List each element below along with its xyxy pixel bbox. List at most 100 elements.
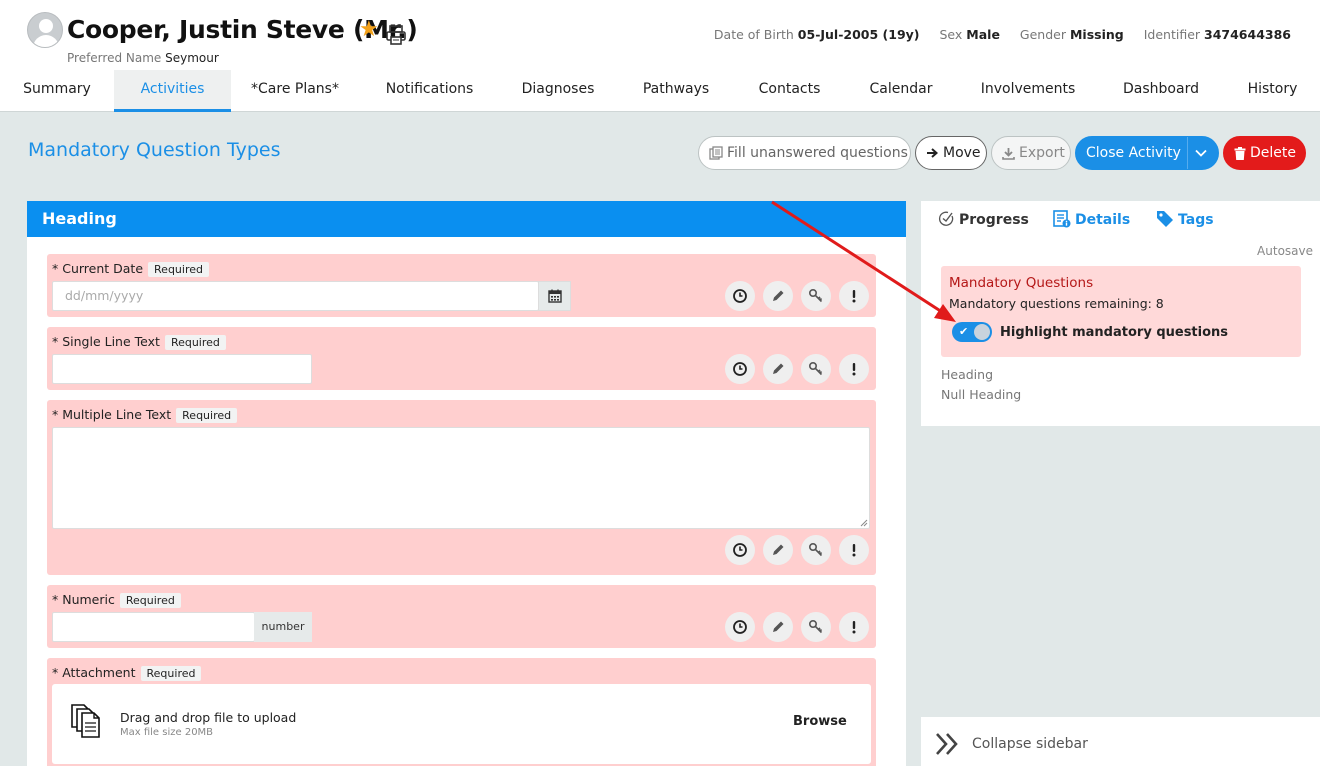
tab-care-plans[interactable]: *Care Plans* bbox=[231, 70, 359, 112]
edit-button[interactable] bbox=[763, 535, 793, 565]
clock-icon bbox=[733, 362, 747, 376]
double-chevron-icon bbox=[936, 733, 958, 755]
tab-summary[interactable]: Summary bbox=[0, 70, 114, 112]
key-icon bbox=[808, 361, 823, 376]
tab-dashboard[interactable]: Dashboard bbox=[1097, 70, 1225, 112]
gender-label: Gender bbox=[1019, 27, 1066, 42]
details-tab-label: Details bbox=[1075, 212, 1131, 228]
trash-icon bbox=[1234, 146, 1246, 160]
highlight-toggle[interactable]: ✔ bbox=[952, 322, 992, 342]
chevron-down-icon[interactable] bbox=[1195, 147, 1207, 159]
gender-value: Missing bbox=[1069, 27, 1124, 42]
fill-copy-icon bbox=[709, 146, 723, 160]
clock-icon bbox=[733, 543, 747, 557]
progress-sidebar: Progress Details Tags Autosave Mandatory… bbox=[921, 201, 1320, 426]
tab-involvements[interactable]: Involvements bbox=[959, 70, 1097, 112]
question-label-text: * Attachment bbox=[52, 665, 136, 680]
key-icon bbox=[808, 542, 823, 557]
mandatory-questions-panel: Mandatory Questions Mandatory questions … bbox=[941, 266, 1301, 357]
tab-contacts[interactable]: Contacts bbox=[736, 70, 843, 112]
collapse-sidebar-button[interactable]: Collapse sidebar bbox=[921, 717, 1320, 766]
permissions-button[interactable] bbox=[801, 354, 831, 384]
sidebar-tab-progress[interactable]: Progress bbox=[938, 211, 1029, 228]
sex-label: Sex bbox=[939, 27, 963, 42]
tab-pathways[interactable]: Pathways bbox=[616, 70, 736, 112]
required-badge: Required bbox=[140, 666, 202, 681]
identifier-label: Identifier bbox=[1143, 27, 1201, 42]
collapse-label: Collapse sidebar bbox=[972, 736, 1088, 752]
history-button[interactable] bbox=[725, 281, 755, 311]
resize-handle-icon[interactable] bbox=[860, 519, 868, 527]
highlight-label: Highlight mandatory questions bbox=[1000, 325, 1229, 340]
tab-notifications[interactable]: Notifications bbox=[359, 70, 500, 112]
history-button[interactable] bbox=[725, 612, 755, 642]
mandatory-title: Mandatory Questions bbox=[949, 275, 1094, 291]
max-size-text: Max file size 20MB bbox=[120, 727, 214, 738]
clock-icon bbox=[733, 289, 747, 303]
flag-button[interactable] bbox=[839, 281, 869, 311]
calendar-icon bbox=[548, 289, 562, 303]
required-badge: Required bbox=[119, 593, 181, 608]
export-button[interactable]: Export bbox=[991, 136, 1071, 170]
progress-tab-label: Progress bbox=[959, 212, 1029, 228]
pencil-icon bbox=[773, 290, 784, 301]
outline-item-heading[interactable]: Heading bbox=[941, 367, 993, 382]
check-icon: ✔ bbox=[959, 325, 969, 338]
pencil-icon bbox=[773, 621, 784, 632]
calendar-button[interactable] bbox=[538, 281, 571, 311]
clock-icon bbox=[733, 620, 747, 634]
move-button[interactable]: Move bbox=[915, 136, 987, 170]
page-title: Mandatory Question Types bbox=[28, 139, 281, 161]
tab-diagnoses[interactable]: Diagnoses bbox=[500, 70, 616, 112]
fill-unanswered-button[interactable]: Fill unanswered questions bbox=[698, 136, 911, 170]
delete-button[interactable]: Delete bbox=[1223, 136, 1306, 170]
printer-icon[interactable] bbox=[385, 24, 407, 46]
edit-button[interactable] bbox=[763, 612, 793, 642]
tab-activities[interactable]: Activities bbox=[114, 70, 231, 112]
outline-item-null-heading[interactable]: Null Heading bbox=[941, 387, 1021, 402]
numeric-unit-addon: number bbox=[254, 612, 312, 642]
sidebar-tab-tags[interactable]: Tags bbox=[1156, 210, 1214, 228]
delete-label: Delete bbox=[1250, 145, 1296, 161]
edit-button[interactable] bbox=[763, 354, 793, 384]
question-attachment: * Attachment Required Drag and drop file … bbox=[47, 658, 876, 766]
edit-button[interactable] bbox=[763, 281, 793, 311]
history-button[interactable] bbox=[725, 354, 755, 384]
key-icon bbox=[808, 619, 823, 634]
sidebar-tab-details[interactable]: Details bbox=[1053, 209, 1131, 228]
browse-button[interactable]: Browse bbox=[793, 714, 847, 729]
required-badge: Required bbox=[164, 335, 226, 350]
activity-form: Heading * Current Date Required dd/mm/yyy… bbox=[27, 201, 906, 766]
preferred-name-value: Seymour bbox=[165, 51, 219, 65]
tab-calendar[interactable]: Calendar bbox=[843, 70, 959, 112]
avatar-icon bbox=[27, 12, 63, 48]
exclamation-icon bbox=[852, 544, 856, 557]
close-activity-button[interactable]: Close Activity bbox=[1075, 136, 1219, 170]
patient-header: Cooper, Justin Steve (Mr.) ★ Preferred N… bbox=[0, 0, 1320, 112]
flag-button[interactable] bbox=[839, 354, 869, 384]
progress-check-icon bbox=[938, 211, 954, 226]
question-label: * Single Line Text Required bbox=[52, 334, 226, 350]
dob-label: Date of Birth bbox=[713, 27, 794, 42]
question-label: * Numeric Required bbox=[52, 592, 181, 608]
single-line-input[interactable] bbox=[52, 354, 312, 384]
question-label-text: * Single Line Text bbox=[52, 334, 160, 349]
permissions-button[interactable] bbox=[801, 535, 831, 565]
exclamation-icon bbox=[852, 290, 856, 303]
flag-button[interactable] bbox=[839, 612, 869, 642]
file-stack-icon bbox=[71, 704, 100, 738]
download-icon bbox=[1002, 147, 1015, 160]
flag-button[interactable] bbox=[839, 535, 869, 565]
question-label: * Attachment Required bbox=[52, 665, 202, 681]
history-button[interactable] bbox=[725, 535, 755, 565]
permissions-button[interactable] bbox=[801, 612, 831, 642]
permissions-button[interactable] bbox=[801, 281, 831, 311]
numeric-input[interactable] bbox=[52, 612, 255, 642]
file-dropzone[interactable]: Drag and drop file to upload Max file si… bbox=[52, 684, 871, 764]
key-icon bbox=[808, 288, 823, 303]
star-icon[interactable]: ★ bbox=[359, 19, 379, 41]
date-input[interactable]: dd/mm/yyyy bbox=[52, 281, 539, 311]
tab-history[interactable]: History bbox=[1225, 70, 1320, 112]
multi-line-textarea[interactable] bbox=[52, 427, 870, 529]
question-numeric: * Numeric Required number bbox=[47, 585, 876, 648]
